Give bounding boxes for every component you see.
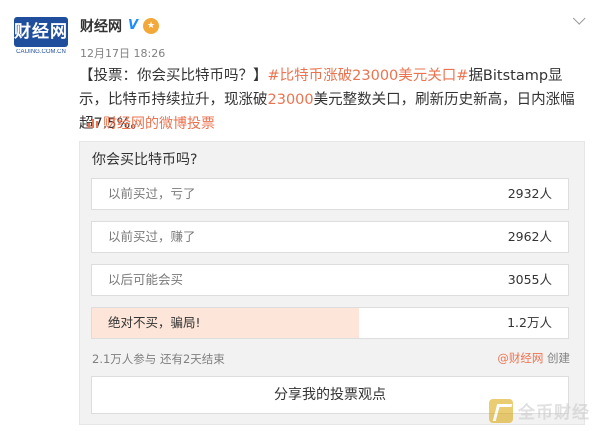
poll-option-count: 1.2万人	[507, 315, 552, 330]
poll-option-label: 绝对不买，骗局!	[108, 315, 201, 330]
post-timestamp[interactable]: 12月17日 18:26	[80, 45, 165, 61]
creator-handle-link[interactable]: @财经网	[497, 351, 543, 365]
poll-question: 你会买比特币吗?	[92, 152, 198, 168]
avatar[interactable]: 财经网 CAIJING.COM.CN	[12, 15, 70, 59]
poll-option-label: 以前买过，赚了	[108, 229, 196, 244]
watermark-logo-icon	[489, 398, 513, 423]
watermark: 全币财经	[489, 398, 590, 423]
vote-link[interactable]: 财经网的微博投票	[87, 113, 215, 133]
poll-card: 你会买比特币吗? 以前买过，亏了 2932人 以前买过，赚了 2962人 以后可…	[79, 141, 585, 425]
username[interactable]: 财经网	[80, 16, 122, 36]
watermark-text: 全币财经	[518, 403, 590, 423]
poll-option-count: 2962人	[507, 229, 552, 244]
user-row: 财经网 V ★	[80, 16, 159, 36]
hashtag-link[interactable]: #比特币涨破23000美元关口#	[268, 68, 469, 84]
verified-icon: V	[126, 18, 140, 33]
avatar-logo: 财经网	[14, 17, 68, 47]
avatar-url-text: CAIJING.COM.CN	[16, 49, 66, 55]
creator-suffix: 创建	[547, 351, 570, 365]
poll-option-count: 3055人	[507, 272, 552, 287]
member-badge-icon[interactable]: ★	[143, 18, 159, 34]
vote-link-label: 财经网的微博投票	[103, 116, 215, 132]
chevron-down-icon[interactable]	[572, 14, 586, 28]
number-highlight: 23000	[267, 92, 314, 108]
post-text-prefix: 【投票：你会买比特币吗？】	[79, 68, 268, 84]
poll-option-selected[interactable]: 绝对不买，骗局! 1.2万人	[91, 307, 569, 339]
poll-option-count: 2932人	[507, 186, 552, 201]
poll-option-label: 以后可能会买	[108, 272, 184, 287]
poll-stats: 2.1万人参与 还有2天结束	[92, 352, 225, 366]
poll-option[interactable]: 以后可能会买 3055人	[91, 264, 569, 296]
poll-option-label: 以前买过，亏了	[108, 186, 196, 201]
poll-option[interactable]: 以前买过，赚了 2962人	[91, 221, 569, 253]
poll-option[interactable]: 以前买过，亏了 2932人	[91, 178, 569, 210]
bar-chart-icon	[88, 119, 98, 128]
poll-creator: @财经网 创建	[497, 350, 570, 366]
